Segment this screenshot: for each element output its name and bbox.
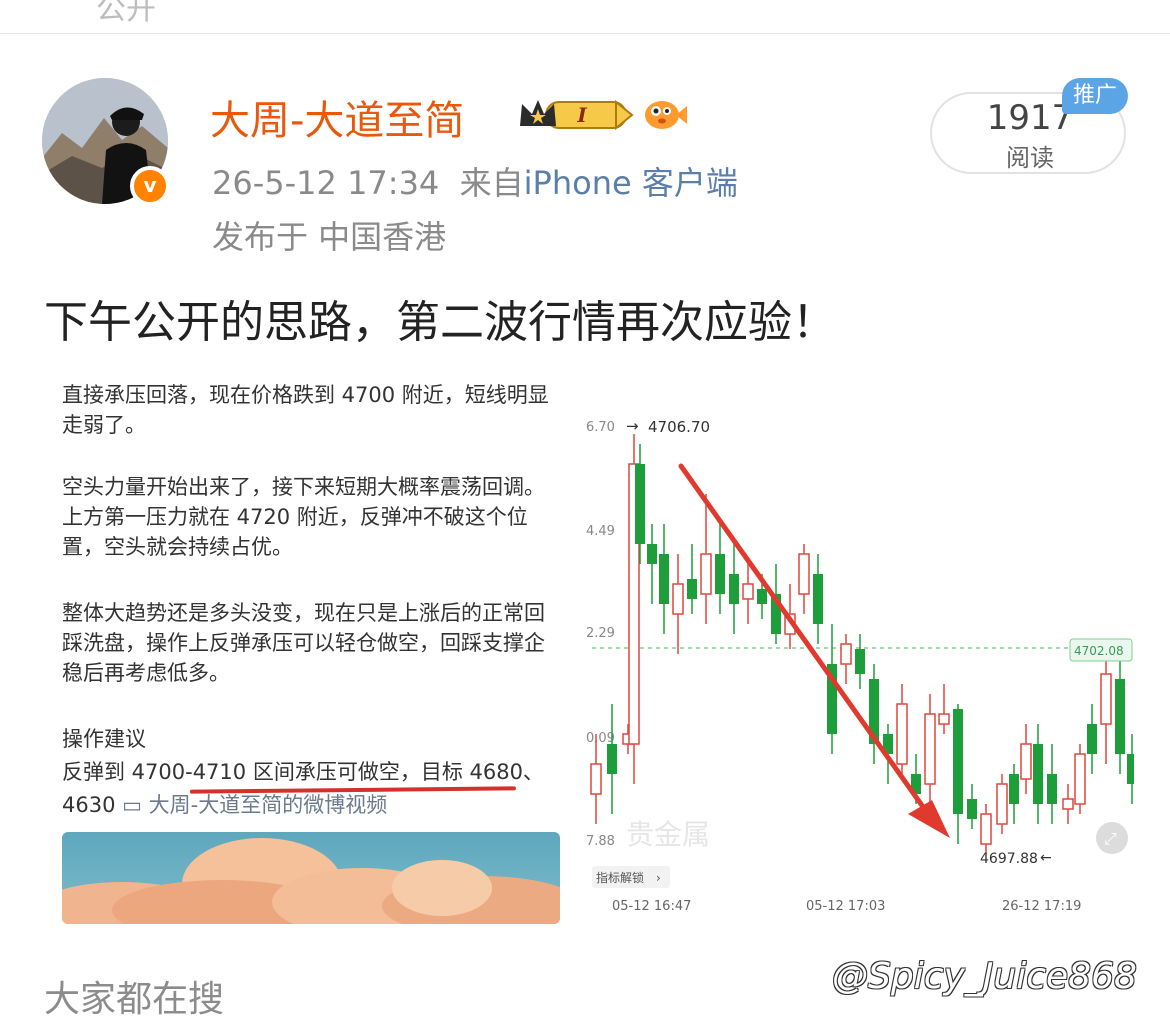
y-label-5: 7.88 <box>586 834 615 849</box>
x-label-2: 05-12 17:03 <box>806 899 885 914</box>
low-arrow-icon: ← <box>1040 850 1052 866</box>
x-label-1: 05-12 16:47 <box>612 899 691 914</box>
candle-body-32 <box>1020 743 1032 780</box>
promotion-tag[interactable]: 推广 <box>1062 78 1128 114</box>
candle-body-13 <box>757 589 767 604</box>
candle-body-27 <box>953 709 963 814</box>
candle-body-39 <box>1115 679 1125 754</box>
top-bar-title-fragment: 公开 <box>96 0 156 27</box>
verified-badge-icon: v <box>130 166 170 206</box>
candle-body-30 <box>996 783 1008 825</box>
candle-body-36 <box>1074 753 1086 805</box>
high-price-label: 4706.70 <box>648 418 710 436</box>
note-target-value: 4630 <box>62 793 116 817</box>
candle-body-34 <box>1047 774 1057 804</box>
candle-body-0 <box>590 763 602 795</box>
candle-body-19 <box>840 643 852 665</box>
vip-level-text: I <box>576 103 587 127</box>
note-paragraph-2: 空头力量开始出来了，接下来短期大概率震荡回调。上方第一压力就在 4720 附近，… <box>62 475 545 559</box>
candle-body-17 <box>813 574 823 624</box>
indicator-unlock-label: 指标解锁 <box>596 870 644 885</box>
candle-body-29 <box>980 813 992 845</box>
candle-body-25 <box>924 713 936 785</box>
candle-body-35 <box>1062 798 1074 810</box>
pufferfish-badge-icon[interactable] <box>640 94 688 134</box>
candle-body-5 <box>647 544 657 564</box>
x-label-3: 26-12 17:19 <box>1002 899 1081 914</box>
post-meta: 26-5-12 17:34 来自iPhone 客户端 <box>212 158 738 204</box>
y-label-3: 2.29 <box>586 626 615 641</box>
vip-crown-badge-icon[interactable]: I <box>516 94 634 134</box>
candle-body-38 <box>1100 673 1112 725</box>
embedded-candlestick-chart[interactable]: 6.70 → 4706.70 4.49 2.29 0.09 7.88 贵金属 4… <box>586 404 1134 924</box>
chevron-right-icon: › <box>656 871 661 885</box>
candle-body-1 <box>607 744 617 774</box>
y-label-4: 0.09 <box>586 731 615 746</box>
current-price-text: 4702.08 <box>1074 644 1124 658</box>
note-operation-line: 反弹到 4700-4710 区间承压可做空，目标 4680、 <box>62 760 544 784</box>
candle-body-23 <box>896 703 908 765</box>
candle-body-10 <box>715 554 725 594</box>
candle-body-40 <box>1127 754 1134 784</box>
candle-body-6 <box>659 554 669 604</box>
video-link-text: 大周-大道至简的微博视频 <box>148 793 388 817</box>
source-device: iPhone 客户端 <box>523 164 738 202</box>
note-paragraph-1: 直接承压回落，现在价格跌到 4700 附近，短线明显走弱了。 <box>62 383 549 437</box>
candle-body-9 <box>700 553 712 595</box>
y-label-1: 6.70 <box>586 420 615 435</box>
video-link-icon: ▭ <box>122 793 142 817</box>
candle-body-8 <box>687 579 697 599</box>
trending-search-label[interactable]: 大家都在搜 <box>44 970 224 1022</box>
candle-body-4 <box>635 464 645 544</box>
candle-body-33 <box>1033 744 1043 804</box>
chart-watermark: 贵金属 <box>626 818 710 851</box>
candle-body-28 <box>967 799 977 819</box>
cloud-image <box>62 832 560 924</box>
author-badges: I <box>516 92 688 136</box>
low-price-label: 4697.88 <box>980 851 1038 867</box>
expand-icon: ⤢ <box>1104 829 1117 848</box>
note-operation-title: 操作建议 <box>62 727 146 751</box>
embedded-note-image[interactable]: 直接承压回落，现在价格跌到 4700 附近，短线明显走弱了。 空头力量开始出来了… <box>44 376 574 928</box>
post-location: 发布于 中国香港 <box>212 218 447 256</box>
high-arrow-icon: → <box>626 417 639 435</box>
candle-body-31 <box>1009 774 1019 804</box>
top-navigation-bar: 公开 <box>0 0 1170 34</box>
author-name[interactable]: 大周-大道至简 <box>210 88 464 146</box>
y-label-2: 4.49 <box>586 524 615 539</box>
candle-body-26 <box>938 713 950 725</box>
source-prefix: 来自 <box>459 164 524 202</box>
post-timestamp: 26-5-12 17:34 <box>212 164 440 202</box>
note-paragraph-3: 整体大趋势还是多头没变，现在只是上涨后的正常回踩洗盘，操作上反弹承压可以轻仓做空… <box>62 601 545 685</box>
post-text: 下午公开的思路，第二波行情再次应验！ <box>44 297 836 348</box>
candle-body-12 <box>742 583 754 600</box>
candle-body-20 <box>855 649 865 674</box>
candle-body-16 <box>798 553 810 595</box>
image-watermark: @Spicy_Juice868 <box>832 956 1137 997</box>
candle-body-11 <box>729 574 739 604</box>
note-operation-line-2: 4630 ▭ 大周-大道至简的微博视频 <box>62 789 387 819</box>
candle-body-7 <box>672 583 684 615</box>
candle-body-37 <box>1087 724 1097 754</box>
read-count-label: 阅读 <box>1006 144 1054 172</box>
